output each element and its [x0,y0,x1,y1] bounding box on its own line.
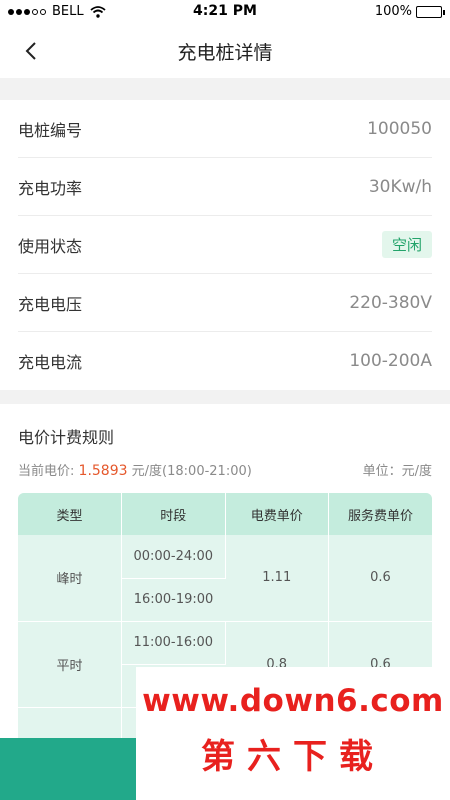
watermark-name: 第六下载 [201,737,385,777]
info-label: 充电功率 [18,178,83,198]
info-label: 充电电流 [18,353,83,372]
info-value: 30Kw/h [368,176,432,197]
info-value: 100050 [367,118,432,139]
current-price-value: 1.5893 [78,463,128,479]
back-button[interactable] [18,38,44,64]
battery-percent: 100% [374,4,412,19]
info-label: 使用状态 [18,236,83,256]
pricing-title: 电价计费规则 [18,428,115,447]
page-title: 充电桩详情 [177,41,273,64]
unit-label: 单位：元/度 [362,464,432,479]
table-cell-price: 1.11 [225,535,329,622]
info-row-status: 使用状态 空闲 [18,216,432,274]
status-bar: BELL 4:21 PM 100% [0,0,450,24]
table-header: 时段 [121,493,226,535]
table-cell-service: 0.6 [328,535,432,622]
current-price-label: 当前电价: [18,464,75,479]
battery-info: 100% [374,4,445,19]
battery-icon [416,5,445,18]
info-value: 220-380V [349,292,432,313]
chevron-left-icon [25,42,36,60]
watermark: www.down6.com 第六下载 [136,667,450,800]
table-header: 服务费单价 [328,493,432,535]
table-cell-period: 11:00-16:00 [121,621,226,665]
table-cell-type: 平时 [18,621,122,708]
table-header: 类型 [18,493,122,535]
current-price: 当前电价: 1.5893 元/度(18:00-21:00) [18,460,252,479]
nav-bar: 充电桩详情 [0,24,450,78]
table-header: 电费单价 [225,493,329,535]
table-row: 平时 11:00-16:00 0.8 0.6 [18,621,432,708]
info-row-voltage: 充电电压 220-380V [18,274,432,332]
table-header-row: 类型 时段 电费单价 服务费单价 [18,493,432,535]
info-row-power: 充电功率 30Kw/h [18,158,432,216]
table-row: 峰时 00:00-24:00 1.11 0.6 [18,535,432,622]
info-value: 100-200A [349,351,432,371]
info-row-current: 充电电流 100-200A [18,332,432,390]
info-label: 电桩编号 [18,120,83,140]
table-cell-period: 16:00-19:00 [121,578,225,622]
info-list: 电桩编号 100050 充电功率 30Kw/h 使用状态 空闲 充电电压 220… [0,100,450,390]
table-cell-period: 00:00-24:00 [121,535,226,579]
info-row-id: 电桩编号 100050 [18,100,432,158]
watermark-url: www.down6.com [142,683,444,719]
status-badge: 空闲 [381,231,432,258]
info-label: 充电电压 [18,294,83,314]
current-price-suffix: 元/度(18:00-21:00) [131,464,252,479]
table-cell-type: 峰时 [18,535,122,622]
pricing-summary: 当前电价: 1.5893 元/度(18:00-21:00) 单位：元/度 [18,460,432,479]
